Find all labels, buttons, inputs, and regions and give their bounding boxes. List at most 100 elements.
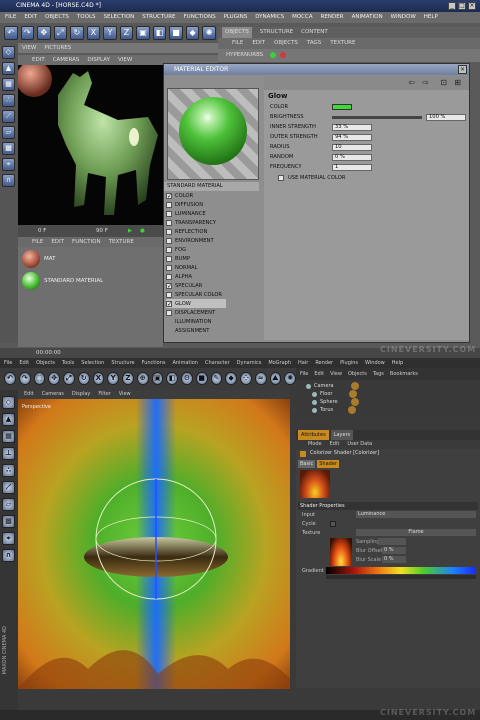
material-tag-icon[interactable] (348, 406, 357, 414)
use-material-color-checkbox[interactable] (278, 175, 284, 181)
menu-functions[interactable]: Functions (142, 358, 166, 368)
menu-functions[interactable]: FUNCTIONS (184, 12, 216, 23)
y-axis-icon[interactable]: Y (107, 372, 119, 385)
obj-menu-objects[interactable]: OBJECTS (274, 38, 298, 49)
brightness-field[interactable]: 100 % (426, 113, 466, 121)
obj-menu-objects[interactable]: Objects (348, 368, 367, 380)
menu-objects[interactable]: OBJECTS (45, 12, 69, 23)
tab-content[interactable]: CONTENT (301, 27, 328, 38)
tab-layers[interactable]: Layers (330, 430, 354, 440)
view-menu-filter[interactable]: Filter (98, 390, 110, 399)
array-icon[interactable]: ⁘ (240, 372, 252, 385)
obj-menu-texture[interactable]: TEXTURE (330, 38, 355, 49)
coordinate-system-icon[interactable]: ⊕ (136, 372, 149, 385)
object-row-torus[interactable]: Torus (312, 406, 357, 414)
mat-menu-file[interactable]: FILE (32, 237, 43, 247)
minimize-button[interactable]: _ (448, 2, 456, 10)
snap-icon[interactable]: ⌖ (2, 532, 15, 545)
tab-objects[interactable]: OBJECTS (222, 27, 252, 38)
mat-menu-texture[interactable]: TEXTURE (109, 237, 134, 247)
attr-menu-userdata[interactable]: User Data (347, 440, 372, 449)
lock-icon[interactable]: ⊡ (440, 78, 447, 87)
menu-file[interactable]: File (4, 358, 12, 368)
sculpt-icon[interactable]: ∩ (2, 549, 15, 562)
random-field[interactable]: 0 % (332, 153, 372, 161)
menu-edit[interactable]: Edit (19, 358, 29, 368)
z-axis-icon[interactable]: Z (122, 372, 134, 385)
menu-hair[interactable]: Hair (298, 358, 308, 368)
channel-checkbox[interactable]: ✓ (166, 300, 172, 307)
new-window-icon[interactable]: ⊞ (454, 78, 461, 87)
y-axis-icon[interactable]: Y (103, 26, 117, 40)
maximize-button[interactable]: □ (458, 2, 466, 10)
checker-icon[interactable]: ▩ (2, 515, 15, 528)
record-icon[interactable]: ● (140, 225, 145, 237)
mat-menu-edit[interactable]: EDIT (51, 237, 64, 247)
render-picture-icon[interactable]: ◧ (166, 372, 178, 385)
play-icon[interactable]: ▶ (128, 225, 132, 237)
menu-dynamics[interactable]: DYNAMICS (255, 12, 284, 23)
object-hypernurbs[interactable]: HYPERNURBS (218, 49, 480, 62)
channel-checkbox[interactable] (166, 228, 172, 235)
forward-arrow-icon[interactable]: ⇨ (422, 78, 429, 87)
channel-reflection[interactable]: REFLECTION (166, 227, 207, 236)
texture-mode-icon[interactable]: ▦ (2, 430, 15, 443)
channel-specular[interactable]: ✓ SPECULAR (166, 281, 202, 290)
channel-fog[interactable]: FOG (166, 245, 186, 254)
rotate-icon[interactable]: ↻ (77, 372, 90, 385)
material-tag-icon[interactable] (349, 390, 358, 398)
view-menu-edit[interactable]: EDIT (32, 55, 45, 65)
magnet-icon[interactable]: ∩ (2, 174, 15, 187)
redo-icon[interactable]: ↷ (18, 372, 31, 385)
channel-specular-color[interactable]: SPECULAR COLOR (166, 290, 222, 299)
view-menu-cameras[interactable]: Cameras (42, 390, 64, 399)
horse-viewport[interactable] (18, 65, 163, 225)
menu-mograph[interactable]: MoGraph (268, 358, 291, 368)
z-axis-icon[interactable]: Z (119, 26, 134, 40)
light-icon[interactable]: ✺ (284, 372, 296, 385)
channel-checkbox[interactable] (166, 246, 172, 253)
channel-checkbox[interactable] (166, 255, 172, 262)
blur-offset-field[interactable]: 0 % (382, 547, 406, 554)
enabled-check-icon[interactable] (270, 52, 276, 58)
menu-structure[interactable]: STRUCTURE (142, 12, 175, 23)
channel-environment[interactable]: ENVIRONMENT (166, 236, 214, 245)
tab-shader[interactable]: Shader (317, 460, 339, 468)
mat-menu-function[interactable]: FUNCTION (72, 237, 101, 247)
menu-help[interactable]: HELP (424, 12, 438, 23)
menu-plugins[interactable]: Plugins (340, 358, 358, 368)
pen-icon[interactable]: ✎ (210, 372, 223, 385)
obj-menu-file[interactable]: File (300, 368, 308, 380)
move-icon[interactable]: ✥ (37, 26, 51, 40)
channel-illumination[interactable]: ILLUMINATION (175, 317, 212, 326)
menu-render[interactable]: Render (315, 358, 333, 368)
polygons-mode-icon[interactable]: ▱ (2, 498, 15, 511)
outer-strength-field[interactable]: 94 % (332, 133, 372, 141)
channel-checkbox[interactable] (166, 273, 172, 280)
render-icon[interactable]: ◧ (152, 26, 167, 40)
input-dropdown[interactable]: Luminance (356, 511, 476, 518)
channel-checkbox[interactable]: ✓ (166, 192, 172, 199)
channel-alpha[interactable]: ALPHA (166, 272, 192, 281)
menu-animation[interactable]: Animation (172, 358, 198, 368)
menu-render[interactable]: RENDER (321, 12, 344, 23)
edges-mode-icon[interactable]: ⟋ (2, 481, 15, 494)
menu-objects[interactable]: Objects (36, 358, 55, 368)
view-menu-cameras[interactable]: CAMERAS (53, 55, 80, 65)
view-menu-view[interactable]: VIEW (118, 55, 132, 65)
deformer-icon[interactable]: ≈ (254, 372, 267, 385)
nurbs-icon[interactable]: ◆ (185, 26, 200, 40)
object-mode-icon[interactable]: ▲ (2, 62, 15, 75)
channel-displacement[interactable]: DISPLACEMENT (166, 308, 215, 317)
channel-bump[interactable]: BUMP (166, 254, 190, 263)
scale-icon[interactable]: ⤢ (63, 372, 75, 385)
cycle-checkbox[interactable] (330, 521, 336, 527)
texture-mode-icon[interactable]: ▦ (2, 78, 15, 91)
view-menu-edit[interactable]: Edit (24, 390, 34, 399)
checker-icon[interactable]: ▩ (2, 142, 15, 155)
channel-checkbox[interactable] (166, 264, 172, 271)
channel-color[interactable]: ✓ COLOR (166, 191, 193, 200)
obj-menu-edit[interactable]: Edit (314, 368, 324, 380)
channel-normal[interactable]: NORMAL (166, 263, 197, 272)
channel-checkbox[interactable] (166, 219, 172, 226)
